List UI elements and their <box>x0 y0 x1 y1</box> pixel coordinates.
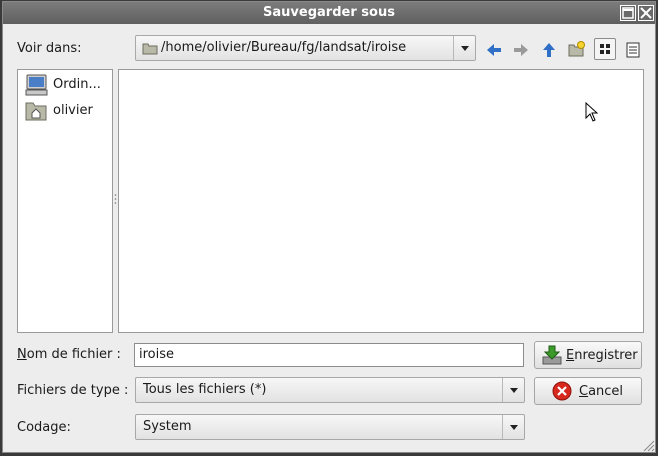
resize-grip[interactable] <box>641 438 655 452</box>
maximize-icon <box>622 7 634 19</box>
back-arrow-icon <box>487 44 501 56</box>
place-item-home[interactable]: olivier <box>23 100 109 122</box>
place-item-computer[interactable]: Ordin... <box>23 74 109 96</box>
maximize-button[interactable] <box>620 5 636 21</box>
chevron-down-icon[interactable] <box>453 36 475 60</box>
cancel-button-label: Cancel <box>579 384 624 399</box>
window-title: Sauvegarder sous <box>263 5 395 20</box>
places-sidebar[interactable]: Ordin... olivier <box>17 69 113 333</box>
title-bar[interactable]: Sauvegarder sous <box>3 2 655 24</box>
forward-arrow-icon <box>514 44 528 56</box>
save-button[interactable]: Enregistrer <box>534 341 642 369</box>
folder-icon <box>142 43 158 55</box>
list-view-icon <box>626 42 640 58</box>
cancel-icon <box>552 381 572 401</box>
back-button[interactable] <box>484 40 504 60</box>
filetype-label: Fichiers de type : <box>17 383 129 398</box>
close-button[interactable] <box>638 5 654 21</box>
forward-button[interactable] <box>511 40 531 60</box>
save-dialog: Sauvegarder sous Voir dans: /home/olivie… <box>2 1 656 453</box>
filename-label: Nom de fichier : <box>17 347 121 362</box>
filetype-selected: Tous les fichiers (*) <box>143 382 267 397</box>
location-path: /home/olivier/Bureau/fg/landsat/iroise <box>161 40 407 55</box>
mouse-cursor-icon <box>585 102 599 122</box>
computer-icon <box>25 74 48 96</box>
chevron-down-icon[interactable] <box>502 415 524 439</box>
place-label: olivier <box>53 103 93 118</box>
filename-input[interactable]: iroise <box>134 343 524 367</box>
new-folder-icon <box>568 41 585 57</box>
save-download-icon <box>542 345 562 365</box>
location-combo[interactable]: /home/olivier/Bureau/fg/landsat/iroise <box>135 35 476 61</box>
icon-view-icon <box>600 44 610 54</box>
file-list[interactable] <box>118 69 644 333</box>
location-label: Voir dans: <box>17 41 82 56</box>
close-icon <box>640 7 652 19</box>
place-label: Ordin... <box>53 77 101 92</box>
encoding-combo[interactable]: System <box>135 414 525 440</box>
list-view-button[interactable] <box>623 40 643 60</box>
save-button-label: Enregistrer <box>566 348 638 363</box>
icon-view-button[interactable] <box>594 38 616 60</box>
pane-splitter-handle[interactable] <box>114 192 117 210</box>
filetype-combo[interactable]: Tous les fichiers (*) <box>135 377 525 403</box>
home-folder-icon <box>25 102 47 121</box>
encoding-label: Codage: <box>17 420 71 435</box>
filename-value: iroise <box>139 347 175 362</box>
grip-icon <box>114 194 117 204</box>
up-button[interactable] <box>539 40 559 60</box>
chevron-down-icon[interactable] <box>502 378 524 402</box>
encoding-selected: System <box>143 419 192 434</box>
up-arrow-icon <box>543 43 555 57</box>
resize-grip-icon <box>643 440 655 452</box>
new-folder-button[interactable] <box>567 40 587 60</box>
cancel-button[interactable]: Cancel <box>534 377 642 405</box>
